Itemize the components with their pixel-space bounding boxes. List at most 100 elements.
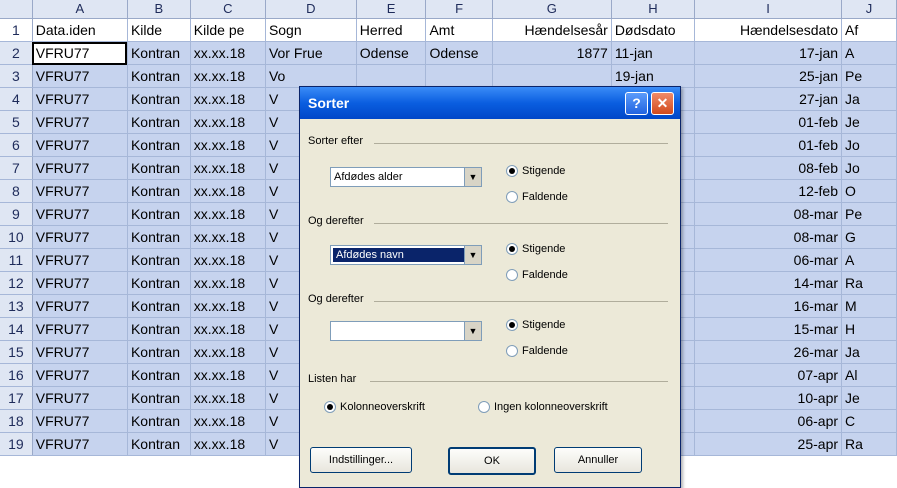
cell[interactable]: VFRU77 [32, 87, 128, 111]
sort1-ascending-radio[interactable]: Stigende [506, 165, 565, 178]
cell[interactable]: Amt [425, 18, 493, 42]
cell[interactable]: A [841, 248, 897, 272]
column-header[interactable]: G [492, 0, 612, 19]
column-header[interactable]: D [265, 0, 357, 19]
sort3-descending-radio[interactable]: Faldende [506, 345, 568, 358]
cell[interactable]: Vo [265, 64, 357, 88]
cell[interactable]: Odense [356, 41, 427, 65]
cell[interactable]: xx.xx.18 [190, 432, 266, 456]
column-header[interactable]: C [190, 0, 266, 19]
sort1-descending-radio[interactable]: Faldende [506, 191, 568, 204]
column-header[interactable]: J [841, 0, 897, 19]
cell[interactable]: Kontran [127, 248, 191, 272]
cell[interactable]: 16-mar [694, 294, 843, 318]
cell[interactable]: Kontran [127, 133, 191, 157]
cell[interactable]: Kontran [127, 156, 191, 180]
cell[interactable]: Vor Frue [265, 41, 357, 65]
chevron-down-icon[interactable]: ▼ [464, 168, 481, 186]
cell[interactable]: Sogn [265, 18, 357, 42]
cell[interactable]: VFRU77 [32, 110, 128, 134]
row-number[interactable]: 18 [0, 409, 33, 433]
cell[interactable]: xx.xx.18 [190, 156, 266, 180]
cell[interactable]: A [841, 41, 897, 65]
sort2-ascending-radio[interactable]: Stigende [506, 243, 565, 256]
row-number[interactable]: 7 [0, 156, 33, 180]
row-number[interactable]: 11 [0, 248, 33, 272]
cell[interactable] [356, 64, 427, 88]
row-number[interactable]: 16 [0, 363, 33, 387]
cell[interactable]: 12-feb [694, 179, 843, 203]
cell[interactable]: 11-jan [611, 41, 696, 65]
column-header[interactable]: B [127, 0, 191, 19]
sort-by-select[interactable]: Afdødes alder ▼ [330, 167, 482, 187]
help-icon[interactable]: ? [625, 92, 648, 115]
cell[interactable]: Kontran [127, 432, 191, 456]
cell[interactable]: Ja [841, 87, 897, 111]
column-header[interactable]: F [425, 0, 493, 19]
cell[interactable]: Al [841, 363, 897, 387]
cell[interactable]: G [841, 225, 897, 249]
row-number[interactable]: 12 [0, 271, 33, 295]
cell[interactable]: Kontran [127, 409, 191, 433]
options-button[interactable]: Indstillinger... [310, 447, 412, 473]
cell[interactable]: Kontran [127, 87, 191, 111]
row-number[interactable]: 13 [0, 294, 33, 318]
column-header[interactable]: A [32, 0, 128, 19]
cell[interactable]: xx.xx.18 [190, 225, 266, 249]
cell[interactable]: Je [841, 110, 897, 134]
cell[interactable]: 07-apr [694, 363, 843, 387]
cell[interactable]: 25-apr [694, 432, 843, 456]
cell[interactable]: VFRU77 [32, 179, 128, 203]
cell[interactable]: Af [841, 18, 897, 42]
cell[interactable]: 17-jan [694, 41, 843, 65]
select-all-corner[interactable] [0, 0, 33, 19]
dialog-title-bar[interactable]: Sorter ? ✕ [300, 87, 680, 119]
cell[interactable]: xx.xx.18 [190, 110, 266, 134]
ok-button[interactable]: OK [448, 447, 536, 475]
cell[interactable]: 01-feb [694, 110, 843, 134]
cell[interactable]: H [841, 317, 897, 341]
cell[interactable]: 08-feb [694, 156, 843, 180]
cell[interactable]: VFRU77 [32, 202, 128, 226]
cell[interactable]: Hændelsesdato [694, 18, 843, 42]
cell[interactable]: xx.xx.18 [190, 363, 266, 387]
row-number[interactable]: 1 [0, 18, 33, 42]
row-number[interactable]: 8 [0, 179, 33, 203]
cell[interactable]: 14-mar [694, 271, 843, 295]
row-number[interactable]: 3 [0, 64, 33, 88]
no-header-row-radio[interactable]: Ingen kolonneoverskrift [478, 401, 608, 414]
sort3-ascending-radio[interactable]: Stigende [506, 319, 565, 332]
cell[interactable]: Herred [356, 18, 427, 42]
cell[interactable]: Dødsdato [611, 18, 696, 42]
cell[interactable]: 10-apr [694, 386, 843, 410]
cell[interactable]: xx.xx.18 [190, 133, 266, 157]
cell[interactable]: O [841, 179, 897, 203]
cell[interactable]: M [841, 294, 897, 318]
cell[interactable]: VFRU77 [32, 41, 128, 65]
column-header[interactable]: I [694, 0, 843, 19]
cell[interactable]: VFRU77 [32, 248, 128, 272]
cell[interactable]: Kontran [127, 179, 191, 203]
cell[interactable]: Je [841, 386, 897, 410]
cell[interactable]: xx.xx.18 [190, 41, 266, 65]
cell[interactable]: 1877 [492, 41, 612, 65]
cell[interactable]: VFRU77 [32, 363, 128, 387]
cell[interactable]: xx.xx.18 [190, 179, 266, 203]
cell[interactable]: 01-feb [694, 133, 843, 157]
cell[interactable] [492, 64, 612, 88]
header-row-radio[interactable]: Kolonneoverskrift [324, 401, 425, 414]
then-by-select-1[interactable]: Afdødes navn ▼ [330, 245, 482, 265]
then-by-select-2[interactable]: ▼ [330, 321, 482, 341]
cell[interactable]: xx.xx.18 [190, 87, 266, 111]
cell[interactable]: Hændelsesår [492, 18, 612, 42]
cell[interactable]: VFRU77 [32, 317, 128, 341]
cell[interactable]: VFRU77 [32, 340, 128, 364]
cell[interactable]: 06-mar [694, 248, 843, 272]
cell[interactable]: Kontran [127, 41, 191, 65]
row-number[interactable]: 6 [0, 133, 33, 157]
cell[interactable]: Kontran [127, 386, 191, 410]
cell[interactable]: xx.xx.18 [190, 340, 266, 364]
cell[interactable]: xx.xx.18 [190, 271, 266, 295]
column-header[interactable]: H [611, 0, 696, 19]
cell[interactable]: VFRU77 [32, 271, 128, 295]
